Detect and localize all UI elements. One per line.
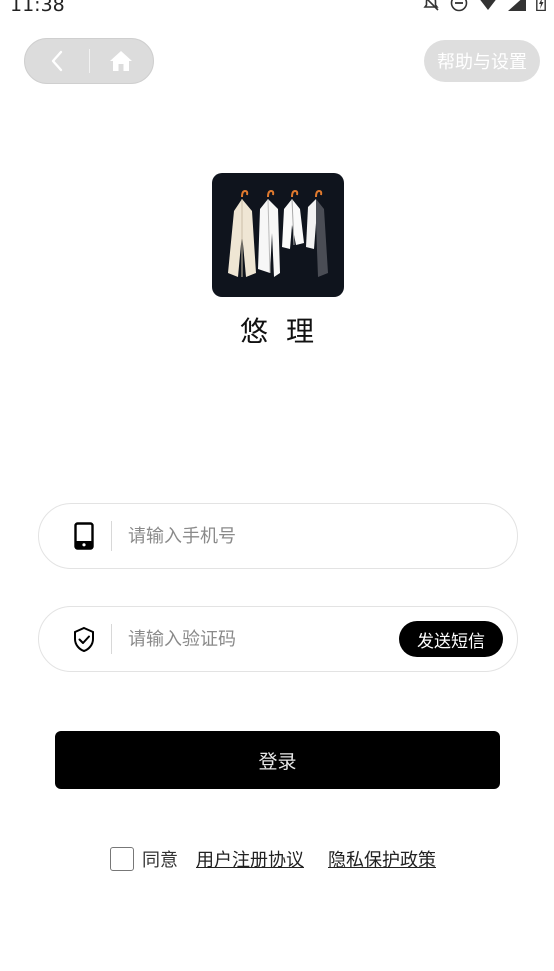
login-button[interactable]: 登录 [55,731,500,789]
phone-field-separator [111,521,112,551]
battery-charging-icon [536,0,546,11]
help-settings-button[interactable]: 帮助与设置 [424,40,540,82]
app-name: 悠理 [239,315,332,348]
agreement-row: 同意 用户注册协议 隐私保护政策 [110,846,436,872]
login-screen: 11:38 帮助与设置 悠理 请输入手机号 请输入验证码 发送短信 登录 同意 … [0,0,554,971]
send-sms-button[interactable]: 发送短信 [399,621,503,657]
code-field-separator [111,624,112,654]
home-icon [110,51,133,71]
code-input[interactable] [128,628,399,650]
status-icons [422,0,546,12]
shield-icon-wrap [63,626,105,653]
phone-input[interactable] [128,525,517,547]
nav-capsule [24,38,154,84]
shield-check-icon [74,626,94,652]
wifi-icon [480,0,496,10]
signal-icon [508,0,526,11]
status-time: 11:38 [10,0,65,16]
status-bar: 11:38 [0,0,554,16]
back-arrow-icon [51,50,62,72]
code-field: 发送短信 [38,606,518,672]
phone-field [38,503,518,569]
agree-checkbox[interactable] [110,847,134,871]
agree-label: 同意 [142,850,178,871]
app-logo [212,173,344,297]
do-not-disturb-icon [450,0,468,12]
notifications-off-icon [423,0,439,11]
phone-icon [74,522,94,550]
privacy-policy-link[interactable]: 隐私保护政策 [328,846,436,872]
user-agreement-link[interactable]: 用户注册协议 [196,846,304,872]
phone-icon-wrap [63,522,105,550]
home-button[interactable] [90,39,154,83]
hanging-clothes-logo [228,189,328,277]
back-button[interactable] [25,39,89,83]
